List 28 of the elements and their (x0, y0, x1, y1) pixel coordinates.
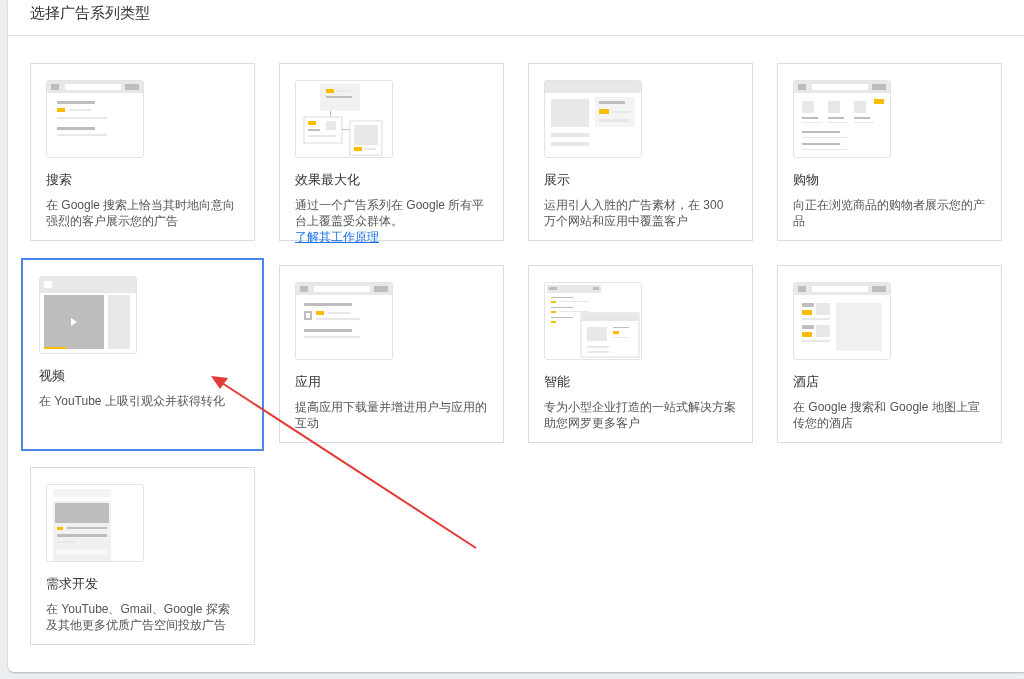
campaign-type-description: 在 Google 搜索上恰当其时地向意向强烈的客户展示您的广告 (46, 197, 237, 229)
campaign-type-title: 搜索 (46, 172, 73, 189)
campaign-type-description: 运用引人入胜的广告素材，在 300 万个网站和应用中覆盖客户 (544, 197, 725, 229)
campaign-type-card[interactable]: 智能 专为小型企业打造的一站式解决方案助您网罗更多客户 (528, 265, 753, 443)
campaign-type-description: 向正在浏览商品的购物者展示您的产品 (793, 197, 986, 229)
campaign-type-description: 在 Google 搜索和 Google 地图上宣传您的酒店 (793, 399, 981, 431)
campaign-type-card[interactable]: 需求开发 在 YouTube、Gmail、Google 探索及其他更多优质广告空间投放广告 (30, 467, 255, 645)
campaign-type-description: 在 YouTube、Gmail、Google 探索及其他更多优质广告空间投放广告 (46, 601, 231, 633)
campaign-type-card[interactable]: 展示 运用引人入胜的广告素材，在 300 万个网站和应用中覆盖客户 (528, 63, 753, 241)
campaign-type-title: 需求开发 (46, 576, 99, 593)
campaign-type-title: 购物 (793, 172, 820, 189)
campaign-type-title: 效果最大化 (295, 172, 361, 189)
campaign-type-card[interactable]: 视频 在 YouTube 上吸引观众并获得转化 (21, 258, 264, 451)
learn-more-link[interactable]: 了解其工作原理 (295, 230, 379, 244)
campaign-type-title: 酒店 (793, 374, 820, 391)
campaign-type-title: 展示 (544, 172, 571, 189)
campaign-type-card[interactable]: 应用 提高应用下载量并增进用户与应用的互动 (279, 265, 504, 443)
campaign-type-title: 智能 (544, 374, 571, 391)
campaign-type-title: 应用 (295, 374, 322, 391)
campaign-type-card[interactable]: 搜索 在 Google 搜索上恰当其时地向意向强烈的客户展示您的广告 (30, 63, 255, 241)
campaign-type-card[interactable]: 购物 向正在浏览商品的购物者展示您的产品 (777, 63, 1002, 241)
campaign-type-title: 视频 (39, 368, 66, 385)
campaign-type-card[interactable]: 酒店 在 Google 搜索和 Google 地图上宣传您的酒店 (777, 265, 1002, 443)
campaign-type-description: 在 YouTube 上吸引观众并获得转化 (39, 393, 226, 409)
campaign-type-description: 专为小型企业打造的一站式解决方案助您网罗更多客户 (544, 399, 737, 431)
campaign-type-card[interactable]: 效果最大化 通过一个广告系列在 Google 所有平台上覆盖受众群体。 了解其工作原理 (279, 63, 504, 241)
section-title: 选择广告系列类型 (30, 5, 150, 21)
campaign-type-description: 提高应用下载量并增进用户与应用的互动 (295, 399, 488, 431)
